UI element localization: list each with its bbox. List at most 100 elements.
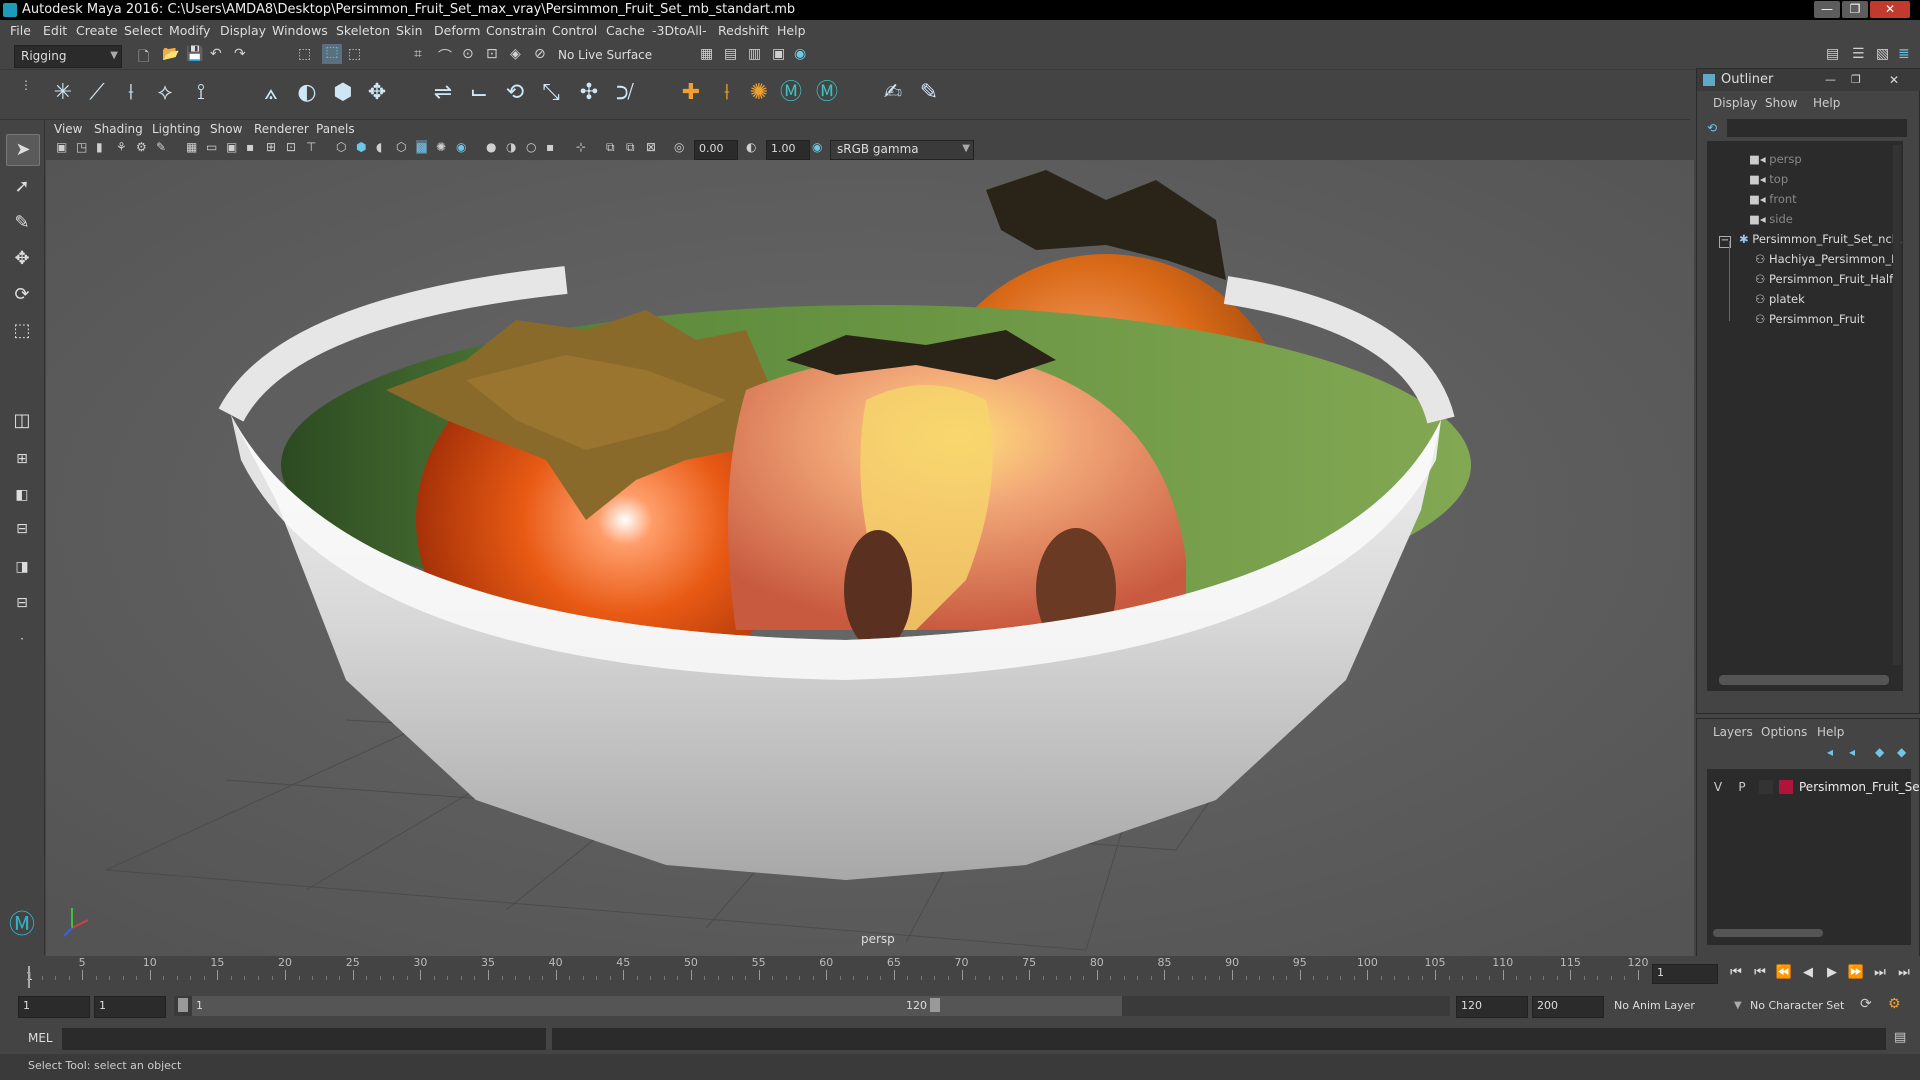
film-gate-icon[interactable]: ▭ <box>206 140 217 154</box>
shelf-options-icon[interactable]: ⋮ <box>20 78 32 92</box>
xray-icon[interactable]: ⧉ <box>606 140 615 155</box>
render-settings-icon[interactable]: ▣ <box>772 46 785 62</box>
channel-box-icon[interactable]: ≣ <box>1898 46 1910 62</box>
screen-space-ao-icon[interactable]: ● <box>486 140 496 154</box>
viewport-menu-view[interactable]: View <box>54 120 82 138</box>
viewport-menu-renderer[interactable]: Renderer <box>254 120 309 138</box>
go-to-end-icon[interactable]: ⏭ <box>1894 964 1914 982</box>
hypershade-icon[interactable]: ◉ <box>794 46 806 62</box>
play-forward-icon[interactable]: ▶ <box>1822 964 1842 982</box>
persp-outliner-layout-icon[interactable]: ◨ <box>6 552 38 582</box>
rotate-tool-icon[interactable]: ⟳ <box>6 280 38 310</box>
paint-weights-icon[interactable]: ✍ <box>878 78 908 108</box>
color-management-icon[interactable]: ◉ <box>812 140 822 154</box>
bind-skin-icon[interactable]: ⟑ <box>256 78 286 108</box>
exposure-icon[interactable]: ◎ <box>674 140 684 154</box>
new-scene-icon[interactable]: 🗋 <box>138 46 149 70</box>
range-end-handle[interactable] <box>930 998 940 1012</box>
wireframe-icon[interactable]: ⬡ <box>336 140 346 154</box>
outliner-item-group[interactable]: − ✱ Persimmon_Fruit_Set_ncl1 <box>1719 229 1902 249</box>
menu-cache[interactable]: Cache <box>606 20 645 42</box>
viewport-menu-panels[interactable]: Panels <box>316 120 355 138</box>
locator-icon[interactable]: ✚ <box>676 78 706 108</box>
viewport-menu-show[interactable]: Show <box>210 120 242 138</box>
minimize-button[interactable]: — <box>1814 1 1840 18</box>
snap-surface-icon[interactable]: ◈ <box>510 46 521 62</box>
select-hierarchy-icon[interactable]: ⬚ <box>298 46 311 62</box>
anim-layer-dropdown[interactable]: No Anim Layer <box>1614 996 1710 1016</box>
field-chart-icon[interactable]: ⊞ <box>266 140 276 154</box>
outliner-item-mesh[interactable]: ⚇ Persimmon_Fruit_Half <box>1755 269 1893 289</box>
animation-end-field[interactable]: 200 <box>1532 996 1604 1018</box>
scale-constraint-icon[interactable]: ⤡ <box>536 78 566 108</box>
layer-playback-toggle[interactable]: P <box>1735 777 1749 797</box>
scale-tool-icon[interactable]: ⬚ <box>6 316 38 346</box>
outliner-item-mesh[interactable]: ⚇ Hachiya_Persimmon_F <box>1755 249 1898 269</box>
menu-set-dropdown[interactable]: Rigging ▼ <box>14 45 122 68</box>
viewport-menu-shading[interactable]: Shading <box>94 120 143 138</box>
menu-windows[interactable]: Windows <box>272 20 328 42</box>
current-time-marker[interactable] <box>28 966 30 988</box>
play-backward-icon[interactable]: ◀ <box>1798 964 1818 982</box>
step-back-frame-icon[interactable]: ⏪ <box>1774 964 1794 982</box>
cluster-icon[interactable]: ✥ <box>362 78 392 108</box>
render-frame-icon[interactable]: ▤ <box>724 46 737 62</box>
parent-constraint-icon[interactable]: ⇌ <box>428 78 458 108</box>
smooth-shade-icon[interactable]: ⬢ <box>356 140 366 154</box>
snap-curve-icon[interactable]: ⌒ <box>438 46 452 66</box>
menu-constrain[interactable]: Constrain <box>486 20 546 42</box>
ik-handle-icon[interactable]: ⟋ <box>82 78 112 108</box>
depth-of-field-icon[interactable]: ▪ <box>546 140 554 154</box>
snap-grid-icon[interactable]: ⌗ <box>414 46 422 62</box>
menu-deform[interactable]: Deform <box>434 20 480 42</box>
outliner-menu-display[interactable]: Display <box>1713 93 1757 113</box>
image-plane-icon[interactable]: ⚘ <box>116 140 127 154</box>
modeling-toolkit-icon[interactable]: ▤ <box>1826 46 1839 62</box>
range-start-handle[interactable] <box>178 998 188 1012</box>
layer-display-type[interactable] <box>1759 780 1773 794</box>
view-transform-dropdown[interactable]: sRGB gamma ▼ <box>830 140 974 160</box>
restore-icon[interactable]: ❐ <box>1851 69 1861 91</box>
outliner-menu-help[interactable]: Help <box>1813 93 1840 113</box>
tool-settings-icon[interactable]: ▧ <box>1876 46 1889 62</box>
command-language-label[interactable]: MEL <box>28 1031 53 1045</box>
hik-character-icon[interactable]: Ⓜ <box>812 78 842 108</box>
single-pane-layout-icon[interactable]: ◫ <box>6 406 38 436</box>
outliner-item-persp[interactable]: ■◂ persp <box>1749 149 1802 169</box>
bookmarks-icon[interactable]: ▮ <box>96 140 103 154</box>
menu-skin[interactable]: Skin <box>396 20 423 42</box>
layers-menu-help[interactable]: Help <box>1817 725 1844 739</box>
gamma-field[interactable]: 1.00 <box>766 140 810 160</box>
menu-file[interactable]: File <box>10 20 31 42</box>
menu-3dtoall[interactable]: -3DtoAll- <box>652 20 707 42</box>
auto-key-icon[interactable]: ⟳ <box>1860 996 1872 1012</box>
move-layer-down-icon[interactable]: ◂ <box>1849 745 1855 759</box>
save-scene-icon[interactable]: 💾 <box>186 46 203 62</box>
close-button[interactable]: ✕ <box>1870 1 1910 18</box>
flexor-icon[interactable]: ✺ <box>744 78 774 108</box>
hik-icon[interactable]: Ⓜ <box>776 78 806 108</box>
menu-control[interactable]: Control <box>552 20 597 42</box>
select-camera-icon[interactable]: ▣ <box>56 140 67 154</box>
menu-create[interactable]: Create <box>76 20 118 42</box>
xray-joints-icon[interactable]: ⊠ <box>646 140 656 154</box>
lasso-tool-icon[interactable]: ➚ <box>6 172 38 202</box>
undo-icon[interactable]: ↶ <box>210 46 222 62</box>
menu-skeleton[interactable]: Skeleton <box>336 20 390 42</box>
outliner-h-scrollbar[interactable] <box>1719 675 1889 685</box>
orient-constraint-icon[interactable]: ⟲ <box>500 78 530 108</box>
grid-icon[interactable]: ▦ <box>186 140 197 154</box>
new-layer-icon[interactable]: ◆ <box>1875 745 1884 759</box>
pole-vector-icon[interactable]: ⟉ <box>610 78 640 108</box>
perspective-viewport[interactable]: persp <box>46 160 1694 956</box>
filter-icon[interactable]: ⟲ <box>1707 121 1721 135</box>
snap-view-icon[interactable]: ⊡ <box>486 46 498 62</box>
go-to-start-icon[interactable]: ⏮ <box>1726 964 1746 982</box>
select-object-icon[interactable]: ⬚ <box>322 44 342 64</box>
layers-menu-layers[interactable]: Layers <box>1713 725 1753 739</box>
script-editor-icon[interactable]: ▤ <box>1894 1030 1906 1045</box>
use-all-lights-icon[interactable]: ✺ <box>436 140 446 154</box>
render-view-icon[interactable]: ▦ <box>700 46 713 62</box>
close-icon[interactable]: ✕ <box>1889 69 1899 91</box>
ipr-render-icon[interactable]: ▥ <box>748 46 761 62</box>
